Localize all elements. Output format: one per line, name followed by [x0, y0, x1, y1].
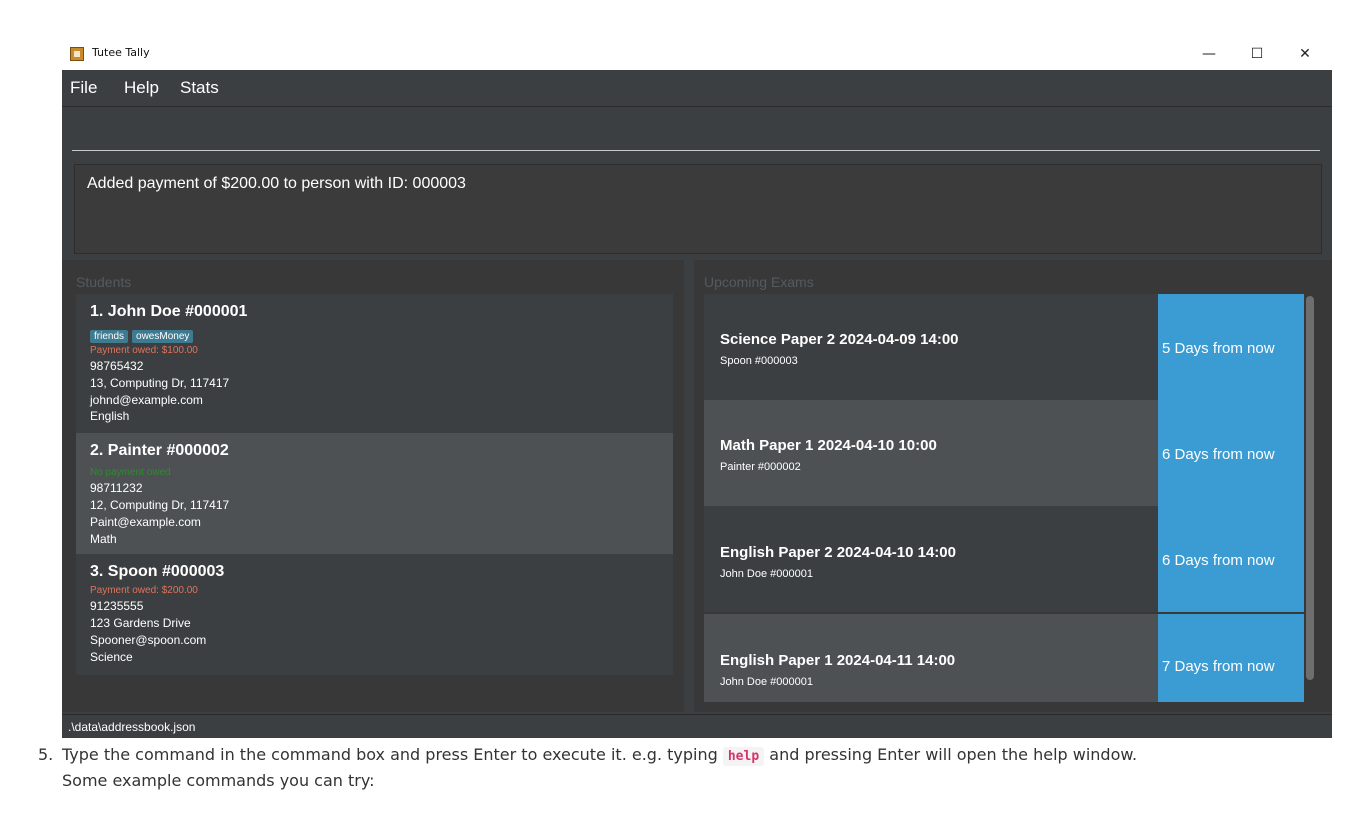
- student-phone: 91235555: [90, 599, 144, 613]
- tag: owesMoney: [132, 330, 194, 343]
- student-name: 2. Painter #000002: [90, 442, 229, 459]
- menu-file[interactable]: File: [70, 78, 97, 98]
- student-subject: Science: [90, 650, 133, 664]
- exam-student: Painter #000002: [720, 461, 801, 473]
- exam-countdown: 6 Days from now: [1158, 400, 1304, 506]
- students-panel: Students 1. John Doe #000001 friends owes…: [62, 260, 684, 712]
- exam-row[interactable]: English Paper 2 2024-04-10 14:00 John Do…: [704, 506, 1304, 612]
- exam-name: Math Paper 1 2024-04-10 10:00: [720, 437, 937, 454]
- command-input[interactable]: [72, 108, 1320, 151]
- student-address: 13, Computing Dr, 117417: [90, 376, 230, 390]
- student-email: Paint@example.com: [90, 515, 201, 529]
- result-display: Added payment of $200.00 to person with …: [74, 164, 1322, 254]
- student-phone: 98765432: [90, 359, 144, 373]
- exam-student: Spoon #000003: [720, 355, 798, 367]
- exam-row[interactable]: Science Paper 2 2024-04-09 14:00 Spoon #…: [704, 294, 1304, 400]
- minimize-button[interactable]: —: [1186, 38, 1232, 70]
- student-address: 123 Gardens Drive: [90, 616, 191, 630]
- exam-name: Science Paper 2 2024-04-09 14:00: [720, 331, 959, 348]
- maximize-button[interactable]: ☐: [1234, 38, 1280, 70]
- student-subject: Math: [90, 532, 117, 546]
- app-logo-icon: [70, 47, 84, 61]
- exam-countdown: 5 Days from now: [1158, 294, 1304, 400]
- title-bar[interactable]: Tutee Tally — ☐ ✕: [62, 38, 1332, 70]
- exam-details: Math Paper 1 2024-04-10 10:00 Painter #0…: [704, 400, 1158, 506]
- exams-scrollbar[interactable]: [1306, 296, 1314, 680]
- help-command-code: help: [722, 747, 765, 766]
- exam-student: John Doe #000001: [720, 568, 813, 580]
- example-commands-line: Some example commands you can try:: [62, 771, 375, 790]
- students-panel-title: Students: [76, 274, 132, 290]
- menu-help[interactable]: Help: [124, 78, 159, 98]
- instruction-text-continued: and pressing Enter will open the help wi…: [769, 745, 1138, 764]
- exam-row[interactable]: Math Paper 1 2024-04-10 10:00 Painter #0…: [704, 400, 1304, 506]
- tag-list: friends owesMoney: [90, 326, 197, 344]
- close-button[interactable]: ✕: [1282, 38, 1328, 70]
- student-name: 1. John Doe #000001: [90, 303, 248, 320]
- exam-student: John Doe #000001: [720, 676, 813, 688]
- status-bar: .\data\addressbook.json: [62, 714, 1332, 738]
- tag: friends: [90, 330, 129, 343]
- window-title: Tutee Tally: [92, 46, 150, 59]
- exam-name: English Paper 2 2024-04-10 14:00: [720, 544, 956, 561]
- exam-name: English Paper 1 2024-04-11 14:00: [720, 652, 956, 669]
- student-phone: 98711232: [90, 481, 143, 495]
- student-subject: English: [90, 409, 130, 423]
- countdown-label: 5 Days from now: [1162, 340, 1275, 357]
- student-card[interactable]: 1. John Doe #000001 friends owesMoney Pay…: [76, 294, 673, 433]
- app-window: Tutee Tally — ☐ ✕ File Help Stats Added …: [62, 38, 1332, 738]
- exam-countdown: 7 Days from now: [1158, 614, 1304, 702]
- student-card[interactable]: 2. Painter #000002 No payment owed 98711…: [76, 433, 673, 554]
- exam-row[interactable]: English Paper 1 2024-04-11 14:00 John Do…: [704, 614, 1304, 702]
- instruction-text: Type the command in the command box and …: [62, 745, 718, 764]
- exam-details: English Paper 1 2024-04-11 14:00 John Do…: [704, 614, 1158, 702]
- step-number: 5.: [38, 745, 54, 764]
- payment-status: No payment owed: [90, 467, 171, 478]
- menu-stats[interactable]: Stats: [180, 78, 219, 98]
- payment-status: Payment owed: $100.00: [90, 345, 198, 356]
- countdown-label: 7 Days from now: [1162, 658, 1275, 675]
- student-email: johnd@example.com: [90, 393, 203, 407]
- payment-status: Payment owed: $200.00: [90, 585, 198, 596]
- data-file-path: .\data\addressbook.json: [68, 720, 196, 734]
- exam-details: English Paper 2 2024-04-10 14:00 John Do…: [704, 506, 1158, 612]
- exam-details: Science Paper 2 2024-04-09 14:00 Spoon #…: [704, 294, 1158, 400]
- menu-bar: File Help Stats: [62, 70, 1332, 107]
- countdown-label: 6 Days from now: [1162, 552, 1275, 569]
- student-address: 12, Computing Dr, 117417: [90, 498, 230, 512]
- result-message: Added payment of $200.00 to person with …: [87, 175, 466, 192]
- student-name: 3. Spoon #000003: [90, 563, 225, 580]
- exam-countdown: 6 Days from now: [1158, 506, 1304, 612]
- instruction-line: Type the command in the command box and …: [62, 745, 1138, 766]
- exams-panel-title: Upcoming Exams: [704, 274, 814, 290]
- student-email: Spooner@spoon.com: [90, 633, 207, 647]
- countdown-label: 6 Days from now: [1162, 446, 1275, 463]
- student-card[interactable]: 3. Spoon #000003 Payment owed: $200.00 9…: [76, 554, 673, 675]
